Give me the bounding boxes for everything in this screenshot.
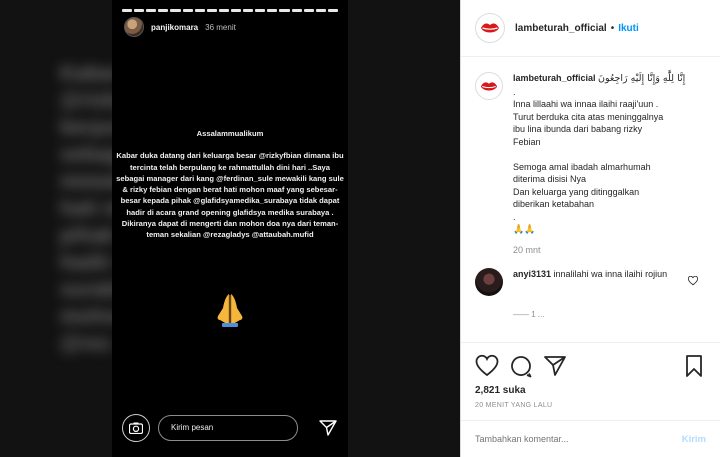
bookmark-icon[interactable] bbox=[682, 354, 706, 378]
story-viewer: Kabar ... pa besar@rizkyf ... rcintaberp… bbox=[0, 0, 461, 457]
follow-button[interactable]: Ikuti bbox=[618, 23, 639, 34]
comment-body: anyi3131 innalilahi wa inna ilaihi rojiu… bbox=[513, 268, 683, 296]
story-text: Assalammualikum Kabar duka datang dari k… bbox=[112, 128, 348, 241]
comment-text: innalilahi wa inna ilaihi rojiun bbox=[553, 269, 668, 279]
camera-button[interactable] bbox=[122, 414, 150, 442]
story-greeting: Assalammualikum bbox=[196, 129, 264, 138]
caption-line bbox=[513, 148, 710, 161]
caption-avatar[interactable] bbox=[475, 72, 503, 100]
caption-line: Semoga amal ibadah almarhumah bbox=[513, 161, 651, 172]
post-comment-button[interactable]: Kirim bbox=[682, 434, 706, 445]
header-separator: • bbox=[610, 22, 615, 34]
caption-line: . bbox=[513, 211, 516, 222]
caption-line: Febian bbox=[513, 136, 541, 147]
comment-icon[interactable] bbox=[509, 354, 533, 378]
caption-username[interactable]: lambeturah_official bbox=[513, 73, 596, 83]
comments-section[interactable]: lambeturah_official إِنَّا لِلَّٰهِ وَإِ… bbox=[461, 58, 720, 342]
story-body: Kabar duka datang dari keluarga besar @r… bbox=[116, 151, 344, 240]
story-footer: Kirim pesan bbox=[122, 412, 342, 444]
account-avatar[interactable] bbox=[475, 13, 505, 43]
caption-body: lambeturah_official إِنَّا لِلَّٰهِ وَإِ… bbox=[513, 72, 710, 256]
commenter-avatar[interactable] bbox=[475, 268, 503, 296]
story-message-input[interactable]: Kirim pesan bbox=[158, 415, 298, 441]
add-comment-bar: Kirim bbox=[461, 420, 720, 457]
caption: lambeturah_official إِنَّا لِلَّٰهِ وَإِ… bbox=[461, 58, 720, 256]
camera-icon bbox=[129, 422, 143, 434]
post-timestamp: 20 MENIT YANG LALU bbox=[475, 402, 553, 409]
caption-line: Inna lillaahi wa innaa ilaihi raaji'uun … bbox=[513, 99, 659, 109]
heart-icon[interactable] bbox=[475, 354, 499, 378]
send-icon[interactable] bbox=[318, 418, 338, 438]
post-actions: 2,821 suka 20 MENIT YANG LALU bbox=[461, 342, 720, 414]
post-sidebar: lambeturah_official • Ikuti lambeturah_o… bbox=[461, 0, 720, 457]
share-icon[interactable] bbox=[543, 354, 567, 378]
likes-count[interactable]: 2,821 suka bbox=[475, 385, 706, 396]
more-comments[interactable]: —— 1 ... bbox=[461, 296, 720, 319]
caption-emoji: 🙏🙏 bbox=[513, 224, 536, 234]
caption-arabic: إِنَّا لِلَّٰهِ وَإِنَّا إِلَيْهِ رَاجِع… bbox=[598, 73, 686, 84]
comment-input[interactable] bbox=[475, 434, 682, 444]
caption-lines: . Inna lillaahi wa innaa ilaihi raaji'uu… bbox=[513, 86, 710, 236]
lips-logo-icon bbox=[481, 23, 499, 33]
caption-time: 20 mnt bbox=[513, 244, 541, 255]
caption-line: . bbox=[513, 86, 516, 97]
header-username[interactable]: lambeturah_official bbox=[515, 23, 607, 34]
like-comment-heart-icon[interactable] bbox=[688, 276, 698, 286]
story-header: panjikomara 36 menit bbox=[124, 17, 236, 37]
comment-item: anyi3131 innalilahi wa inna ilaihi rojiu… bbox=[461, 256, 720, 296]
caption-line: diberikan ketabahan bbox=[513, 199, 595, 209]
story-avatar[interactable] bbox=[124, 17, 144, 37]
story-frame[interactable]: panjikomara 36 menit Assalammualikum Kab… bbox=[112, 0, 348, 457]
comment-username[interactable]: anyi3131 bbox=[513, 269, 551, 279]
action-icons-row bbox=[475, 353, 706, 379]
caption-line: diterima disisi Nya bbox=[513, 174, 587, 184]
praying-hands-icon bbox=[217, 294, 243, 327]
story-time: 36 menit bbox=[205, 22, 236, 32]
lips-logo-icon bbox=[480, 81, 498, 91]
story-progress-bars bbox=[122, 9, 338, 12]
caption-line: ibu lina ibunda dari babang rizky bbox=[513, 124, 643, 134]
post-header: lambeturah_official • Ikuti bbox=[461, 0, 720, 57]
story-username[interactable]: panjikomara bbox=[151, 23, 198, 32]
caption-line: Turut berduka cita atas meninggalnya bbox=[513, 111, 664, 122]
caption-line: Dan keluarga yang ditinggalkan bbox=[513, 186, 640, 197]
